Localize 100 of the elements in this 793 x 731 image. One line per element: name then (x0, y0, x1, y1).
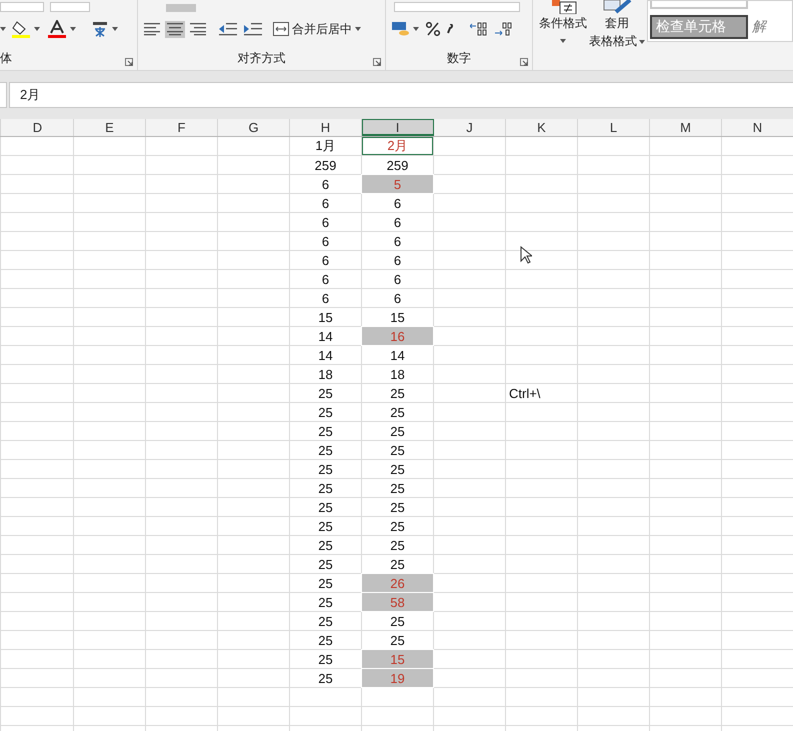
number-format-field[interactable] (394, 2, 520, 12)
table-cell-text: 25 (389, 442, 406, 459)
indent-icon (244, 22, 262, 36)
comma-icon (447, 24, 453, 34)
caret-icon (34, 27, 40, 31)
percent-button[interactable] (424, 20, 442, 38)
decimal-icon (495, 22, 513, 36)
table-cell-text: 6 (392, 290, 402, 307)
increase-indent-button[interactable] (242, 20, 264, 38)
merge-center-button[interactable]: 合并后居中 (271, 18, 363, 40)
caret-icon (639, 40, 645, 44)
font-size-field[interactable] (50, 2, 90, 12)
table-cell-text: 25 (389, 404, 406, 421)
mouse-pointer-icon (520, 246, 532, 264)
caret-icon (560, 39, 566, 43)
table-cell-text: 15 (389, 308, 406, 326)
table-cell-text: 25 (317, 536, 334, 554)
table-cell-text: 14 (317, 346, 334, 364)
table-cell: 15 (362, 650, 433, 668)
table-cell-text: 25 (317, 384, 334, 402)
table-cell: 2月 (362, 137, 433, 155)
table-cell-text: 14 (317, 328, 334, 345)
table-cell-text: Ctrl+\ (508, 384, 542, 402)
table-cell: 26 (362, 574, 433, 592)
table-cell-text: 6 (392, 214, 402, 231)
table-cell-text: 6 (392, 252, 402, 269)
table-cell-text: 25 (317, 574, 334, 592)
table-cell-text: 25 (317, 480, 334, 497)
table-cell-text: 25 (389, 612, 406, 630)
column-header[interactable]: E (74, 119, 146, 136)
table-cell-text: 25 (389, 384, 406, 402)
cell-style-option[interactable]: 解 (748, 15, 770, 39)
table-cell-text: 18 (389, 366, 406, 383)
merge-cells-icon (273, 22, 289, 36)
column-header[interactable]: J (434, 119, 506, 136)
table-cell-text: 25 (317, 612, 334, 630)
table-cell-text: 25 (317, 650, 334, 668)
align-right-icon (190, 22, 206, 36)
table-cell: 19 (362, 669, 433, 687)
column-header[interactable]: F (146, 119, 218, 136)
table-cell-text: 6 (320, 194, 330, 212)
table-cell-text: 259 (314, 156, 338, 174)
table-cell-text: 15 (317, 308, 334, 326)
money-icon (392, 21, 410, 37)
table-cell-text: 6 (392, 232, 402, 250)
indent-icon (219, 22, 237, 36)
comma-button[interactable] (445, 22, 455, 36)
align-center-icon (167, 22, 183, 36)
table-cell-text: 25 (389, 632, 406, 649)
column-header[interactable]: I (362, 119, 434, 136)
table-cell-text: 25 (317, 632, 334, 649)
align-left-icon (144, 22, 160, 36)
align-center-button[interactable] (165, 20, 185, 38)
table-cell-text: 25 (389, 518, 406, 535)
caret-icon (355, 27, 361, 31)
table-cell-text: 6 (320, 252, 330, 269)
table-cell-text: 25 (317, 404, 334, 421)
table-cell: 5 (362, 175, 433, 193)
table-cell-text: 6 (320, 232, 330, 250)
caret-icon (112, 27, 118, 31)
caret-icon (0, 27, 6, 31)
table-cell-text: 14 (389, 346, 406, 364)
group-label: 对齐方式 (238, 50, 286, 66)
group-label: 数字 (447, 50, 471, 66)
column-header[interactable]: M (650, 119, 722, 136)
table-cell-text: 25 (389, 556, 406, 573)
table-cell-text: 25 (389, 460, 406, 478)
format-as-table-button[interactable]: 套用 表格格式 (589, 0, 645, 50)
caret-icon (413, 27, 419, 31)
table-cell-text: 25 (317, 442, 334, 459)
table-cell-text: 6 (320, 214, 330, 231)
dialog-launcher-icon[interactable] (125, 58, 133, 66)
align-right-button[interactable] (188, 20, 208, 38)
table-cell-text: 25 (317, 518, 334, 535)
decrease-indent-button[interactable] (217, 20, 239, 38)
table-cell-text: 25 (317, 594, 334, 611)
dialog-launcher-icon[interactable] (520, 58, 528, 66)
font-color-button[interactable] (45, 18, 78, 40)
column-header[interactable]: G (218, 119, 290, 136)
column-header[interactable]: N (722, 119, 793, 136)
column-header[interactable]: D (2, 119, 74, 136)
font-name-field[interactable] (0, 2, 44, 12)
dialog-launcher-icon[interactable] (373, 58, 381, 66)
table-cell-text: 18 (317, 366, 334, 383)
conditional-format-button[interactable]: 条件格式 (539, 0, 587, 43)
table-cell-text: 6 (320, 176, 330, 193)
table-cell-text: 6 (392, 270, 402, 288)
table-cell-text: 259 (386, 156, 410, 174)
percent-icon (426, 22, 440, 36)
formula-field[interactable]: 2月 (9, 82, 793, 108)
table-cell-text: 25 (389, 422, 406, 440)
cell-style-option[interactable] (650, 1, 748, 9)
column-header[interactable]: K (506, 119, 578, 136)
table-cell-text: 25 (317, 556, 334, 573)
group-label: 体 (0, 50, 12, 66)
table-cell-text: 6 (320, 290, 330, 307)
column-header[interactable]: L (578, 119, 650, 136)
paint-bucket-icon (11, 20, 31, 38)
align-left-button[interactable] (142, 20, 162, 38)
table-cell: 16 (362, 327, 433, 345)
